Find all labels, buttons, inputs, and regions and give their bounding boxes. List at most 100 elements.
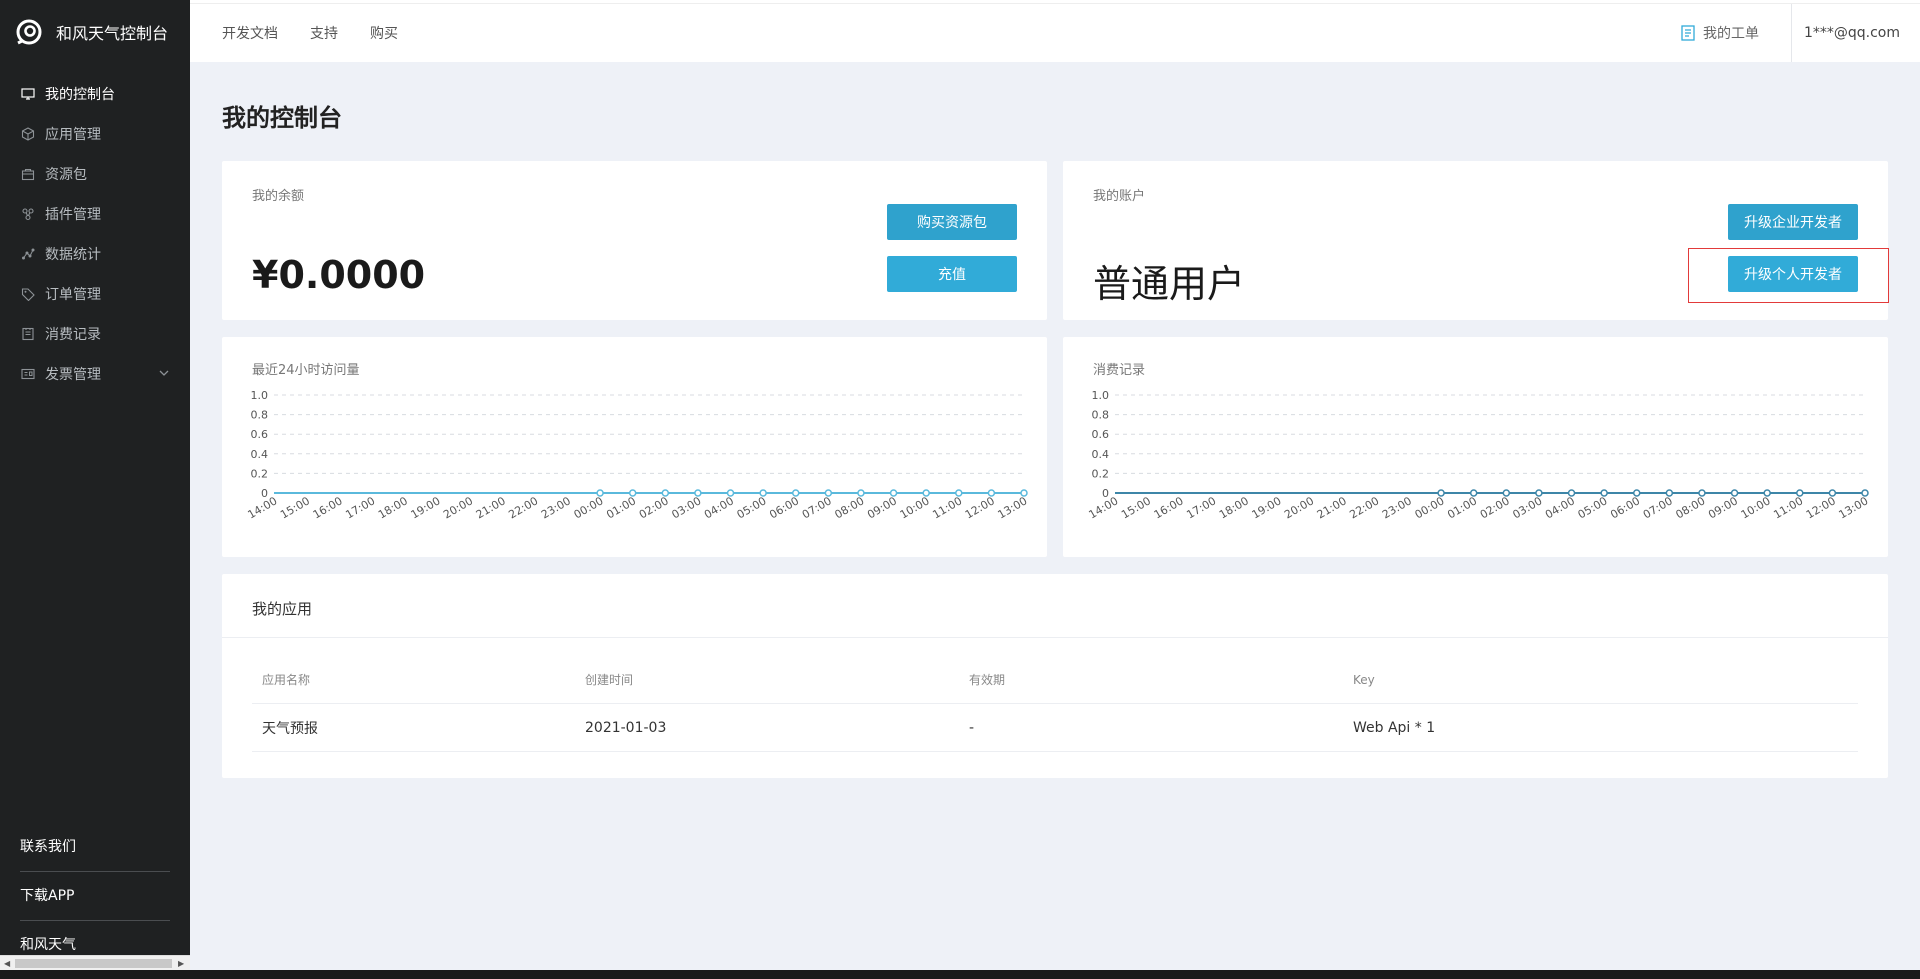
sidebar-item-plugins[interactable]: 插件管理 — [0, 194, 190, 234]
x-tick-label: 16:00 — [311, 494, 345, 521]
x-tick-label: 05:00 — [735, 494, 769, 521]
x-tick-label: 18:00 — [376, 494, 410, 521]
chevron-down-icon — [159, 370, 169, 376]
sidebar-item-resource[interactable]: 资源包 — [0, 154, 190, 194]
x-tick-label: 07:00 — [1641, 494, 1675, 521]
buy-resource-pack-button[interactable]: 购买资源包 — [887, 204, 1017, 240]
sidebar-footer: 联系我们 下载APP 和风天气 — [20, 823, 170, 970]
x-tick-label: 08:00 — [1674, 494, 1708, 521]
x-tick-label: 15:00 — [1119, 494, 1153, 521]
sidebar-item-stats[interactable]: 数据统计 — [0, 234, 190, 274]
y-tick-label: 0.2 — [1092, 467, 1110, 480]
x-tick-label: 13:00 — [1837, 494, 1871, 521]
y-tick-label: 1.0 — [251, 389, 269, 402]
brand-logo-icon — [16, 19, 42, 45]
x-tick-label: 12:00 — [1804, 494, 1838, 521]
y-tick-label: 0.6 — [1092, 428, 1110, 441]
download-app-link[interactable]: 下载APP — [20, 872, 170, 921]
upgrade-enterprise-button[interactable]: 升级企业开发者 — [1728, 204, 1858, 240]
my-apps-card: 我的应用 应用名称 创建时间 有效期 Key 天气预报 2021-01-03 -… — [222, 574, 1888, 778]
account-menu[interactable]: 1***@qq.com — [1792, 25, 1920, 41]
x-tick-label: 03:00 — [1510, 494, 1544, 521]
column-header: 应用名称 — [262, 673, 311, 687]
chart-title: 最近24小时访问量 — [252, 363, 360, 378]
sidebar-item-label: 我的控制台 — [45, 87, 115, 103]
document-icon — [1681, 25, 1695, 41]
x-tick-label: 05:00 — [1576, 494, 1610, 521]
x-tick-label: 21:00 — [1315, 494, 1349, 521]
sidebar-item-console[interactable]: 我的控制台 — [0, 74, 190, 114]
x-tick-label: 06:00 — [1608, 494, 1642, 521]
x-tick-label: 04:00 — [1543, 494, 1577, 521]
balance-label: 我的余额 — [252, 189, 305, 204]
stats-icon — [20, 246, 36, 262]
nav-link-docs[interactable]: 开发文档 — [222, 23, 278, 43]
my-tickets-button[interactable]: 我的工单 — [1645, 4, 1792, 62]
recharge-button[interactable]: 充值 — [887, 256, 1017, 292]
balance-amount: ¥0.0000 — [252, 253, 426, 297]
account-type: 普通用户 — [1093, 262, 1246, 306]
receipt-icon — [20, 326, 36, 342]
x-tick-label: 03:00 — [669, 494, 703, 521]
x-tick-label: 23:00 — [1380, 494, 1414, 521]
x-tick-label: 23:00 — [539, 494, 573, 521]
scroll-left-arrow-icon[interactable]: ◀ — [4, 959, 10, 968]
x-tick-label: 13:00 — [996, 494, 1030, 521]
app-name-cell[interactable]: 天气预报 — [252, 718, 575, 738]
x-tick-label: 06:00 — [767, 494, 801, 521]
sidebar-item-label: 数据统计 — [45, 247, 101, 263]
x-tick-label: 19:00 — [409, 494, 443, 521]
nav-link-buy[interactable]: 购买 — [370, 23, 398, 43]
apps-table: 应用名称 创建时间 有效期 Key 天气预报 2021-01-03 - Web … — [252, 656, 1858, 752]
contact-us-link[interactable]: 联系我们 — [20, 823, 170, 872]
y-tick-label: 0.4 — [251, 448, 269, 461]
chart-title: 消费记录 — [1093, 363, 1146, 378]
os-taskbar — [0, 970, 1920, 979]
created-time-cell: 2021-01-03 — [585, 719, 667, 736]
x-tick-label: 01:00 — [1445, 494, 1479, 521]
brand[interactable]: 和风天气控制台 — [0, 0, 190, 64]
visits-chart-card: 最近24小时访问量 0 0.2 0.4 0.6 0.8 1.0 14:00 15:00 16:0… — [222, 337, 1047, 557]
x-tick-label: 07:00 — [800, 494, 834, 521]
y-tick-label: 0.6 — [251, 428, 269, 441]
x-tick-label: 11:00 — [1771, 494, 1805, 521]
x-tick-label: 04:00 — [702, 494, 736, 521]
x-tick-label: 20:00 — [1282, 494, 1316, 521]
x-tick-label: 19:00 — [1250, 494, 1284, 521]
x-tick-label: 18:00 — [1217, 494, 1251, 521]
column-header: 有效期 — [969, 673, 1006, 687]
x-tick-label: 10:00 — [1739, 494, 1773, 521]
column-header: Key — [1353, 672, 1375, 687]
table-header: 应用名称 创建时间 有效期 Key — [252, 656, 1858, 704]
sidebar-item-invoice[interactable]: 发票管理 — [0, 354, 190, 394]
table-row[interactable]: 天气预报 2021-01-03 - Web Api * 1 — [252, 704, 1858, 752]
x-tick-label: 01:00 — [604, 494, 638, 521]
plugin-icon — [20, 206, 36, 222]
highlight-box — [1688, 248, 1889, 303]
x-tick-label: 08:00 — [833, 494, 867, 521]
brand-name: 和风天气控制台 — [56, 24, 169, 43]
sidebar-item-label: 应用管理 — [45, 127, 101, 143]
sidebar-item-label: 插件管理 — [45, 207, 101, 223]
monitor-icon — [20, 86, 36, 102]
my-tickets-label: 我的工单 — [1702, 26, 1759, 42]
nav-link-support[interactable]: 支持 — [310, 23, 338, 43]
page-title: 我的控制台 — [222, 104, 342, 132]
scroll-right-arrow-icon[interactable]: ▶ — [178, 959, 184, 968]
sidebar-item-label: 消费记录 — [45, 327, 101, 343]
sidebar-item-orders[interactable]: 订单管理 — [0, 274, 190, 314]
account-label: 我的账户 — [1093, 189, 1146, 204]
top-bar: 开发文档 支持 购买 我的工单 1***@qq.com — [190, 4, 1920, 62]
divider — [222, 637, 1888, 638]
visits-chart: 00.20.40.60.81.014:0015:0016:0017:0018:0… — [246, 389, 1030, 521]
y-tick-label: 0.2 — [251, 467, 269, 480]
x-tick-label: 10:00 — [898, 494, 932, 521]
horizontal-scrollbar[interactable]: ◀ ▶ — [0, 955, 190, 970]
sidebar-item-consumption[interactable]: 消费记录 — [0, 314, 190, 354]
x-tick-label: 00:00 — [572, 494, 606, 521]
account-card: 我的账户 普通用户 升级企业开发者 升级个人开发者 — [1063, 161, 1889, 320]
sidebar-item-label: 资源包 — [45, 167, 87, 183]
y-tick-label: 0.4 — [1092, 448, 1110, 461]
scrollbar-thumb[interactable] — [15, 959, 172, 968]
sidebar-item-apps[interactable]: 应用管理 — [0, 114, 190, 154]
